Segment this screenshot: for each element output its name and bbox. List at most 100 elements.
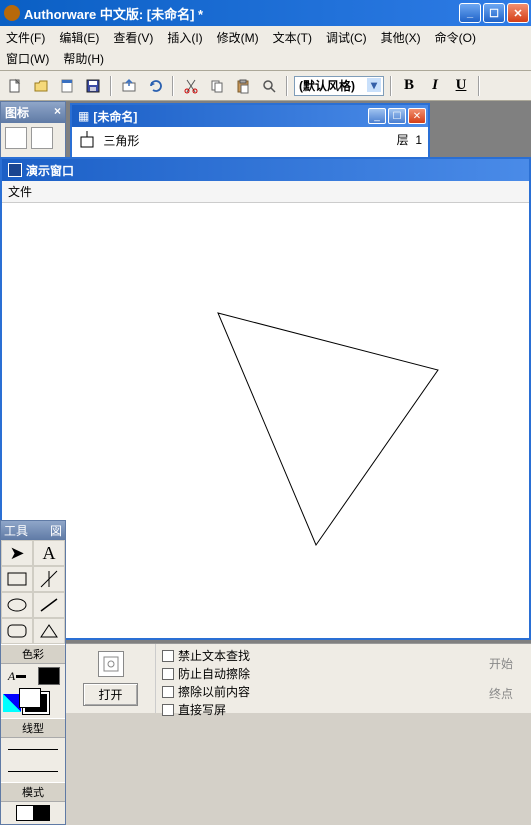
open-file-icon[interactable] <box>30 75 52 97</box>
rect-tool-icon[interactable] <box>1 566 33 592</box>
menu-text[interactable]: 文本(T) <box>271 28 314 47</box>
menu-help[interactable]: 帮助(H) <box>61 49 106 68</box>
tools-header[interactable]: 工具 図 <box>1 521 65 540</box>
presentation-menubar: 文件 <box>2 181 529 203</box>
flowline-doc-icon: ▦ <box>78 109 89 123</box>
toolbar-sep <box>172 76 174 96</box>
flowline-maximize-icon[interactable]: ☐ <box>388 108 406 124</box>
line-section-label: 线型 <box>1 718 65 738</box>
menu-file[interactable]: 文件(F) <box>4 28 47 47</box>
menu-command[interactable]: 命令(O) <box>433 28 478 47</box>
presentation-titlebar[interactable]: 演示窗口 <box>2 159 529 181</box>
fill-color-row <box>1 688 65 718</box>
text-color-swatch[interactable] <box>33 664 65 688</box>
ink-mode-picker[interactable] <box>1 802 65 824</box>
pen-color-icon[interactable]: A <box>1 664 33 688</box>
presentation-menu-file[interactable]: 文件 <box>8 185 32 199</box>
flowline-body[interactable]: 三角形 层 1 <box>72 127 428 157</box>
drawing-canvas[interactable] <box>2 203 529 638</box>
option-label: 禁止文本查找 <box>178 647 250 664</box>
presentation-title: 演示窗口 <box>26 162 74 179</box>
icon-palette-close-icon[interactable]: × <box>54 104 61 121</box>
layer-info: 层 1 <box>397 131 422 148</box>
roundrect-tool-icon[interactable] <box>1 618 33 644</box>
line-arrow-picker[interactable] <box>1 760 65 782</box>
preview-thumbnail-icon[interactable] <box>98 651 124 677</box>
workspace: 图标 × ▦ [未命名] _ ☐ ✕ 三角形 层 1 <box>0 101 531 713</box>
menu-view[interactable]: 查看(V) <box>111 28 155 47</box>
menu-modify[interactable]: 修改(M) <box>215 28 261 47</box>
menu-insert[interactable]: 插入(I) <box>165 28 204 47</box>
doc-icon[interactable] <box>56 75 78 97</box>
menu-debug[interactable]: 调试(C) <box>324 28 369 47</box>
option-label: 擦除以前内容 <box>178 683 250 700</box>
close-button[interactable]: ✕ <box>507 3 529 23</box>
find-icon[interactable] <box>258 75 280 97</box>
flowline-titlebar[interactable]: ▦ [未命名] _ ☐ ✕ <box>72 105 428 127</box>
save-icon[interactable] <box>82 75 104 97</box>
icon-palette-header[interactable]: 图标 × <box>1 102 65 123</box>
menu-window[interactable]: 窗口(W) <box>4 49 51 68</box>
tools-close-icon[interactable]: 図 <box>50 522 62 539</box>
paste-icon[interactable] <box>232 75 254 97</box>
undo-icon[interactable] <box>144 75 166 97</box>
properties-panel: 打开 禁止文本查找 防止自动擦除 擦除以前内容 直接写屏 开始 终点 <box>66 643 531 713</box>
style-dropdown[interactable]: (默认风格) <box>294 76 384 96</box>
option-row: 擦除以前内容 <box>162 683 465 700</box>
text-tool-icon[interactable]: A <box>33 540 65 566</box>
flowline-title: [未命名] <box>93 108 368 125</box>
line-style-picker[interactable] <box>1 738 65 760</box>
option-label: 防止自动擦除 <box>178 665 250 682</box>
option-row: 禁止文本查找 <box>162 647 465 664</box>
toolbar-sep <box>390 76 392 96</box>
toolbar-sep <box>110 76 112 96</box>
palette-icon[interactable] <box>5 127 27 149</box>
fill-color-swatch[interactable] <box>23 692 49 714</box>
menu-bar: 文件(F) 编辑(E) 查看(V) 插入(I) 修改(M) 文本(T) 调试(C… <box>0 26 531 71</box>
menu-edit[interactable]: 编辑(E) <box>57 28 101 47</box>
props-preview-col: 打开 <box>66 644 156 713</box>
checkbox[interactable] <box>162 650 174 662</box>
tools-title: 工具 <box>4 522 28 539</box>
checkbox[interactable] <box>162 668 174 680</box>
color-section-label: 色彩 <box>1 644 65 664</box>
app-icon <box>4 5 20 21</box>
maximize-button[interactable]: ☐ <box>483 3 505 23</box>
underline-button[interactable]: U <box>450 75 472 97</box>
pen-color-row: A <box>1 664 65 688</box>
palette-icon[interactable] <box>31 127 53 149</box>
props-options-col: 禁止文本查找 防止自动擦除 擦除以前内容 直接写屏 <box>156 644 471 713</box>
flowline-item[interactable]: 三角形 <box>78 131 139 153</box>
polygon-tool-icon[interactable] <box>33 618 65 644</box>
flowline-item-label: 三角形 <box>103 134 139 148</box>
flowline-window: ▦ [未命名] _ ☐ ✕ 三角形 层 1 <box>70 103 430 159</box>
ellipse-tool-icon[interactable] <box>1 592 33 618</box>
side-label: 开始 <box>489 655 513 672</box>
italic-button[interactable]: I <box>424 75 446 97</box>
toolbar: (默认风格) B I U <box>0 71 531 101</box>
new-file-icon[interactable] <box>4 75 26 97</box>
menu-other[interactable]: 其他(X) <box>379 28 423 47</box>
toolbar-sep <box>478 76 480 96</box>
import-icon[interactable] <box>118 75 140 97</box>
diagonal-tool-icon[interactable] <box>33 592 65 618</box>
option-row: 防止自动擦除 <box>162 665 465 682</box>
open-button[interactable]: 打开 <box>83 683 137 706</box>
cut-icon[interactable] <box>180 75 202 97</box>
triangle-shape[interactable] <box>2 203 531 638</box>
window-title: Authorware 中文版: [未命名] * <box>24 4 459 23</box>
flowline-close-icon[interactable]: ✕ <box>408 108 426 124</box>
tools-palette: 工具 図 ➤ A 色彩 A 线型 模式 <box>0 520 66 825</box>
minimize-button[interactable]: _ <box>459 3 481 23</box>
pointer-tool-icon[interactable]: ➤ <box>1 540 33 566</box>
checkbox[interactable] <box>162 704 174 716</box>
layer-label: 层 <box>397 133 409 147</box>
checkbox[interactable] <box>162 686 174 698</box>
side-label: 终点 <box>489 685 513 702</box>
main-titlebar: Authorware 中文版: [未命名] * _ ☐ ✕ <box>0 0 531 26</box>
flowline-minimize-icon[interactable]: _ <box>368 108 386 124</box>
copy-icon[interactable] <box>206 75 228 97</box>
bold-button[interactable]: B <box>398 75 420 97</box>
line-tool-icon[interactable] <box>33 566 65 592</box>
mode-section-label: 模式 <box>1 782 65 802</box>
